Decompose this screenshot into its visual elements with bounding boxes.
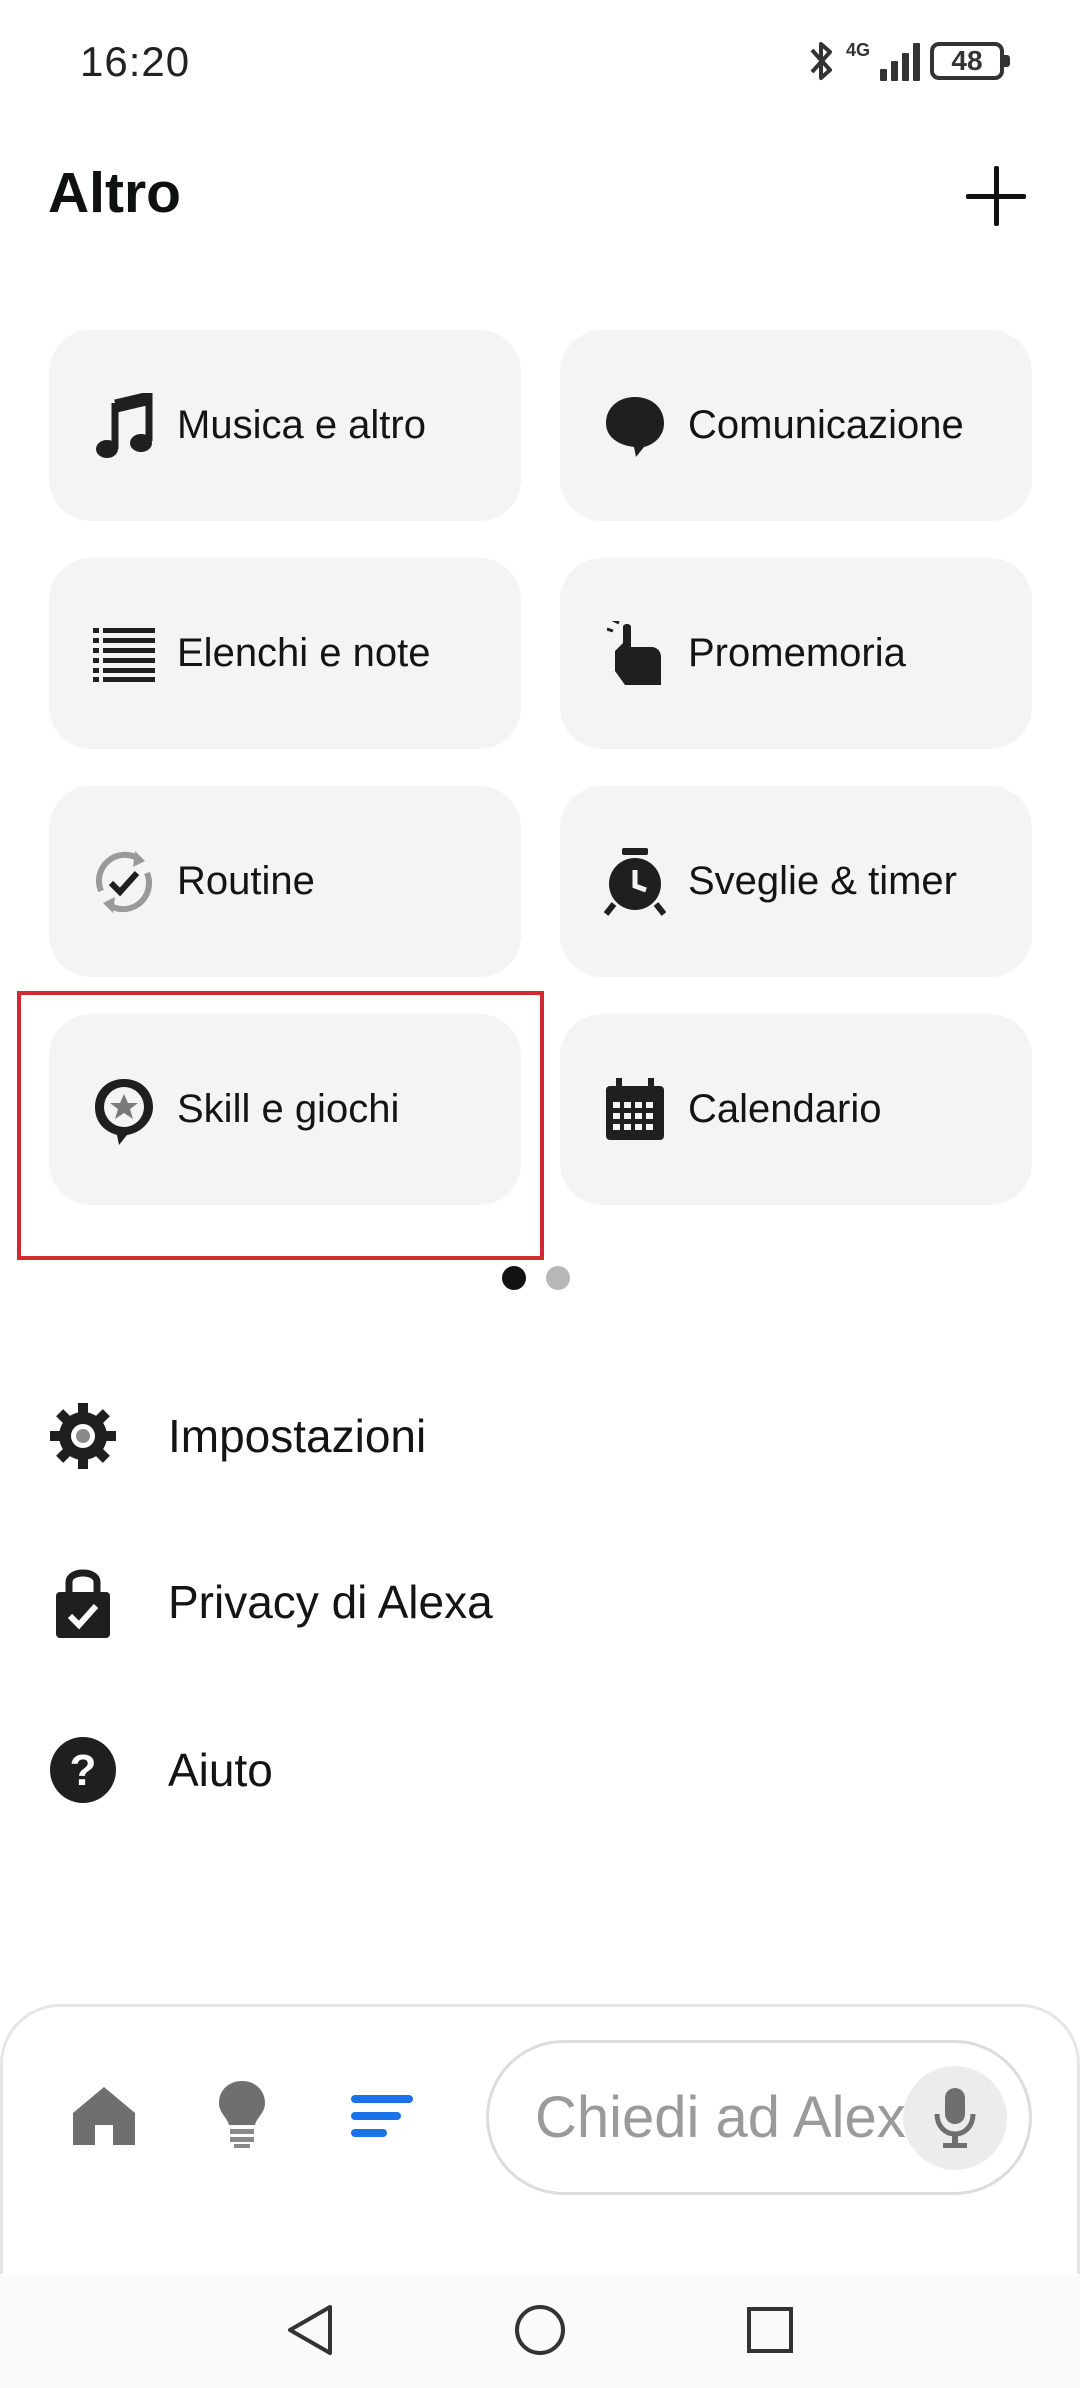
tile-sveglie[interactable]: Sveglie & timer: [560, 786, 1032, 977]
speech-bubble-icon: [600, 391, 670, 461]
tile-label: Calendario: [688, 1087, 882, 1131]
network-label: 4G: [845, 40, 870, 60]
calendar-icon: [600, 1075, 670, 1145]
lightbulb-icon[interactable]: [202, 2074, 282, 2154]
tile-label: Comunicazione: [688, 403, 964, 447]
music-note-icon: [89, 391, 159, 461]
more-menu-icon[interactable]: [342, 2076, 422, 2156]
tile-label: Routine: [177, 859, 315, 903]
menu-label: Privacy di Alexa: [168, 1576, 493, 1628]
add-plus-icon[interactable]: [964, 164, 1028, 228]
tile-label: Sveglie & timer: [688, 859, 957, 903]
gear-icon: [48, 1396, 118, 1476]
tile-comunicazione[interactable]: Comunicazione: [560, 330, 1032, 521]
status-time: 16:20: [80, 38, 191, 85]
tile-label: Elenchi e note: [177, 631, 431, 675]
tile-elenchi[interactable]: Elenchi e note: [49, 558, 521, 749]
highlight-box: [17, 991, 544, 1260]
page-dot-active[interactable]: [502, 1266, 526, 1290]
page-indicator: [502, 1266, 570, 1290]
svg-text:?: ?: [70, 1746, 97, 1795]
tile-label: Musica e altro: [177, 403, 426, 447]
recents-square-icon[interactable]: [740, 2300, 800, 2360]
signal-bars-icon: [880, 41, 920, 81]
tile-routine[interactable]: Routine: [49, 786, 521, 977]
bluetooth-icon: [810, 42, 832, 80]
menu-item-aiuto[interactable]: ? Aiuto: [48, 1730, 273, 1810]
page-dot[interactable]: [546, 1266, 570, 1290]
ask-alexa-placeholder: Chiedi ad Alexa: [535, 2085, 939, 2150]
tile-calendario[interactable]: Calendario: [560, 1014, 1032, 1205]
home-circle-icon[interactable]: [510, 2300, 570, 2360]
routine-cycle-icon: [89, 847, 159, 917]
back-triangle-icon[interactable]: [280, 2300, 340, 2360]
battery-icon: 48: [930, 42, 1010, 80]
menu-label: Impostazioni: [168, 1410, 427, 1462]
list-icon: [89, 619, 159, 689]
menu-label: Aiuto: [168, 1744, 273, 1796]
reminder-hand-icon: [600, 619, 670, 689]
tile-label: Promemoria: [688, 631, 906, 675]
tile-musica[interactable]: Musica e altro: [49, 330, 521, 521]
tile-promemoria[interactable]: Promemoria: [560, 558, 1032, 749]
menu-item-privacy[interactable]: Privacy di Alexa: [48, 1562, 493, 1642]
menu-item-impostazioni[interactable]: Impostazioni: [48, 1396, 426, 1476]
home-icon[interactable]: [64, 2076, 144, 2156]
status-icons: 4G 48: [806, 36, 1010, 86]
alarm-clock-icon: [600, 847, 670, 917]
battery-level: 48: [951, 45, 983, 76]
ask-alexa-field[interactable]: Chiedi ad Alexa: [486, 2040, 1032, 2195]
microphone-icon[interactable]: [903, 2066, 1007, 2170]
privacy-lock-icon: [48, 1562, 118, 1642]
help-question-icon: ?: [48, 1730, 118, 1810]
page-title: Altro: [48, 161, 181, 225]
